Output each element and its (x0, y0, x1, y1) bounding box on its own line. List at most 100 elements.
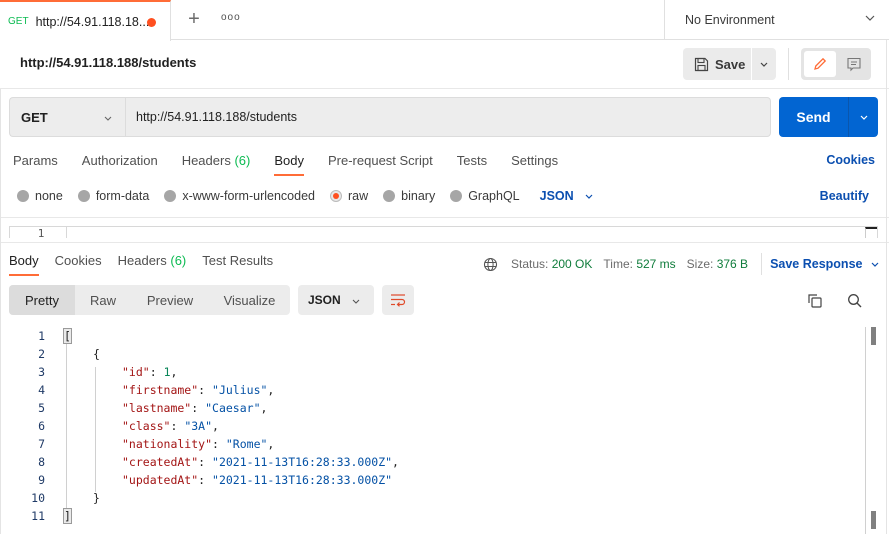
request-tab[interactable]: GET http://54.91.118.18... (0, 0, 171, 41)
edit-mode-button[interactable] (804, 51, 836, 77)
save-response-button[interactable]: Save Response (770, 257, 880, 271)
divider (886, 40, 887, 534)
search-icon[interactable] (846, 292, 864, 310)
code-line: 10} (0, 489, 866, 507)
chevron-down-icon (860, 115, 867, 120)
code-line: 8 "createdAt": "2021-11-13T16:28:33.000Z"… (0, 453, 866, 471)
wrap-lines-button[interactable] (382, 285, 414, 315)
plus-icon[interactable]: + (184, 9, 204, 30)
json-punctuation: { (93, 347, 100, 361)
response-tab-test-results[interactable]: Test Results (202, 253, 273, 277)
scrollbar-thumb[interactable] (871, 327, 876, 345)
json-punctuation: : (198, 455, 213, 469)
response-format-select[interactable]: JSON (298, 285, 374, 315)
response-tab-headers[interactable]: Headers (6) (118, 253, 187, 277)
tab-tests[interactable]: Tests (457, 153, 487, 177)
environment-select[interactable]: No Environment (664, 0, 889, 40)
method-select[interactable]: GET (9, 97, 125, 137)
divider (0, 217, 889, 218)
pencil-icon (814, 57, 827, 70)
comment-icon (847, 57, 861, 72)
view-visualize[interactable]: Visualize (209, 285, 290, 315)
request-name[interactable]: http://54.91.118.188/students (20, 55, 196, 70)
beautify-link[interactable]: Beautify (820, 189, 869, 203)
code-line: 7 "nationality": "Rome", (0, 435, 866, 453)
tab-body[interactable]: Body (274, 153, 304, 177)
code-line: 2{ (0, 345, 866, 363)
save-options-button[interactable] (752, 48, 776, 80)
code-line: 6 "class": "3A", (0, 417, 866, 435)
response-tab-cookies[interactable]: Cookies (55, 253, 102, 277)
radio-form-data[interactable]: form-data (77, 189, 149, 203)
url-input[interactable]: http://54.91.118.188/students (125, 97, 771, 137)
request-tab-title: http://54.91.118.18... (35, 14, 150, 29)
chevron-down-icon (104, 116, 112, 121)
send-options-button[interactable] (848, 97, 878, 137)
code-text: [ (63, 327, 72, 345)
json-punctuation: , (392, 455, 399, 469)
json-punctuation: : (149, 365, 164, 379)
json-punctuation: ] (63, 508, 72, 524)
tab-settings[interactable]: Settings (511, 153, 558, 177)
response-scrollbar[interactable] (865, 327, 879, 534)
line-number: 9 (38, 473, 45, 487)
radio-x-www-form-urlencoded[interactable]: x-www-form-urlencoded (164, 189, 315, 203)
code-line: 3 "id": 1, (0, 363, 866, 381)
code-line: 9 "updatedAt": "2021-11-13T16:28:33.000Z" (0, 471, 866, 489)
view-pretty[interactable]: Pretty (9, 285, 75, 315)
divider (0, 89, 1, 534)
copy-icon[interactable] (806, 292, 824, 310)
request-tab-method: GET (8, 16, 29, 27)
code-text: "firstname": "Julius", (122, 381, 274, 399)
json-string: "2021-11-13T16:28:33.000Z" (212, 473, 393, 487)
radio-graphql[interactable]: GraphQL (450, 189, 520, 203)
json-number: 1 (163, 365, 171, 379)
json-key: "lastname" (122, 401, 192, 415)
tab-authorization[interactable]: Authorization (82, 153, 158, 177)
chevron-down-icon (585, 194, 593, 199)
code-text: "lastname": "Caesar", (122, 399, 267, 417)
radio-circle-icon (450, 190, 463, 202)
radio-circle-icon (77, 190, 90, 202)
method-value: GET (21, 109, 48, 125)
radio-binary[interactable]: binary (383, 189, 435, 203)
tab-headers[interactable]: Headers (6) (182, 153, 251, 177)
json-string: "Caesar" (205, 401, 261, 415)
json-key: "nationality" (122, 437, 213, 451)
response-tab-body[interactable]: Body (9, 253, 39, 277)
json-string: "2021-11-13T16:28:33.000Z" (212, 455, 393, 469)
request-body-editor[interactable]: 1 (9, 226, 878, 238)
code-line: 4 "firstname": "Julius", (0, 381, 866, 399)
json-string: "Julius" (212, 383, 268, 397)
raw-language-select[interactable]: JSON (540, 189, 594, 203)
globe-icon[interactable] (483, 257, 498, 272)
cookies-link[interactable]: Cookies (826, 153, 875, 167)
radio-raw[interactable]: raw (330, 189, 368, 203)
line-number: 6 (38, 419, 45, 433)
radio-none[interactable]: none (17, 189, 63, 203)
send-button[interactable]: Send (779, 97, 848, 137)
comments-button[interactable] (839, 51, 869, 77)
code-line: 5 "lastname": "Caesar", (0, 399, 866, 417)
line-number: 3 (38, 365, 45, 379)
resize-handle[interactable] (865, 227, 877, 238)
chevron-down-icon (872, 262, 879, 267)
size-value: 376 B (716, 257, 749, 271)
tab-params[interactable]: Params (13, 153, 58, 177)
line-number: 11 (31, 509, 45, 523)
json-key: "updatedAt" (122, 473, 199, 487)
save-button[interactable]: Save (683, 48, 751, 80)
view-raw[interactable]: Raw (75, 285, 131, 315)
request-tabs: Params Authorization Headers (6) Body Pr… (13, 153, 582, 177)
tab-pre-request-script[interactable]: Pre-request Script (328, 153, 433, 177)
view-preview[interactable]: Preview (131, 285, 209, 315)
json-key: "class" (122, 419, 171, 433)
response-view-selector: Pretty Raw Preview Visualize (9, 285, 290, 315)
json-punctuation: , (267, 383, 275, 397)
ellipsis-icon[interactable]: ooo (221, 12, 241, 23)
response-body-code[interactable]: 1 [2{3 "id": 1, 4 "firstname": "Julius", 5 "la… (0, 327, 866, 534)
divider (788, 48, 789, 80)
url-value: http://54.91.118.188/students (136, 110, 298, 124)
view-mode-toggle (801, 48, 871, 80)
line-number: 8 (38, 455, 45, 469)
